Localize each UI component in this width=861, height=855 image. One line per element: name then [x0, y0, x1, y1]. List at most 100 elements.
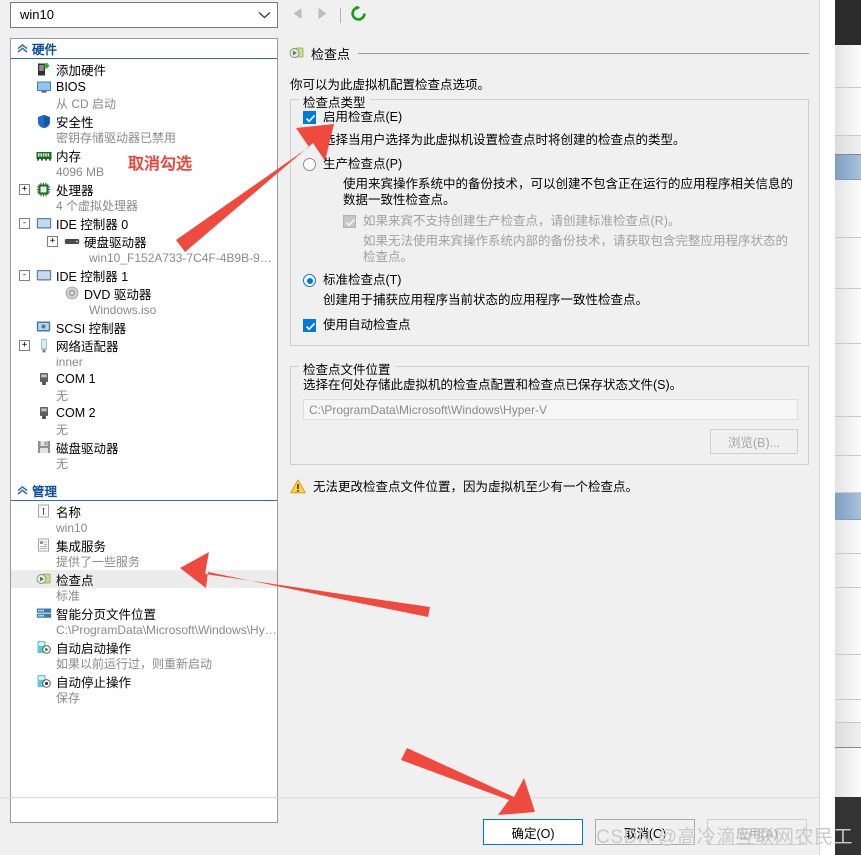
- ide-controller-icon: [35, 215, 52, 231]
- network-adapter-icon: [35, 337, 52, 353]
- enable-checkpoints-row[interactable]: 启用检查点(E): [303, 110, 798, 125]
- dvd-drive-icon: [63, 285, 80, 301]
- tree-item-label: 名称: [56, 505, 82, 520]
- annotation-uncheck-note: 取消勾选: [128, 156, 193, 173]
- production-checkpoint-help: 使用来宾操作系统中的备份技术，可以创建不包含正在运行的应用程序相关信息的数据一致…: [343, 177, 794, 207]
- tree-item-bios[interactable]: BIOS 从 CD 启动: [11, 78, 277, 112]
- production-checkpoint-radio[interactable]: [303, 158, 316, 171]
- tree-expander-network-adapter[interactable]: +: [19, 340, 30, 351]
- production-fallback-help: 如果无法使用来宾操作系统内部的备份技术，请获取包含完整应用程序状态的检查点。: [363, 234, 789, 264]
- tree-expander-hard-drive[interactable]: +: [47, 236, 58, 247]
- tree-expander-ide-0[interactable]: -: [19, 218, 30, 229]
- use-automatic-checkpoints-row[interactable]: 使用自动检查点: [303, 318, 798, 333]
- background-window[interactable]: [835, 0, 861, 855]
- tree-item-ide-controller-0[interactable]: - IDE 控制器 0: [11, 214, 277, 232]
- smart-paging-icon: [35, 605, 52, 621]
- dialog-toolbar: win10: [0, 0, 819, 34]
- com-port-icon: [35, 371, 52, 387]
- production-fallback-row[interactable]: 如果来宾不支持创建生产检查点，请创建标准检查点(R)。: [343, 214, 798, 229]
- tree-item-sublabel: 无: [56, 457, 69, 471]
- forward-button[interactable]: [310, 4, 334, 26]
- memory-icon: [35, 147, 52, 163]
- section-header-management[interactable]: 管理: [11, 481, 277, 501]
- background-list-row-selected[interactable]: [835, 155, 861, 180]
- tree-item-add-hardware[interactable]: 添加硬件: [11, 60, 277, 78]
- group-legend: 检查点文件位置: [299, 359, 395, 378]
- tree-item-automatic-start-action[interactable]: 自动启动操作 如果以前运行过，则重新启动: [11, 638, 277, 672]
- tree-item-sublabel: 无: [56, 423, 69, 437]
- background-list-row-selected[interactable]: [835, 493, 861, 520]
- tree-item-checkpoints[interactable]: 检查点 标准: [11, 570, 277, 604]
- checkpoint-file-location-group: 检查点文件位置 选择在何处存储此虚拟机的检查点配置和检查点已保存状态文件(S)。…: [290, 359, 809, 465]
- tree-item-hard-drive[interactable]: + 硬盘驱动器 win10_F152A733-7C4F-4B9B-9C0B-2F…: [11, 232, 277, 266]
- section-title-management: 管理: [32, 485, 58, 499]
- tree-item-label: SCSI 控制器: [56, 321, 127, 336]
- tree-expander-ide-1[interactable]: -: [19, 270, 30, 281]
- section-header-hardware[interactable]: 硬件: [11, 39, 277, 59]
- tree-item-com-2[interactable]: COM 2 无: [11, 404, 277, 438]
- tree-item-label: 自动启动操作: [56, 641, 132, 656]
- production-checkpoint-label: 生产检查点(P): [323, 157, 403, 171]
- tree-item-ide-controller-1[interactable]: - IDE 控制器 1: [11, 266, 277, 284]
- enable-checkpoints-checkbox[interactable]: [303, 111, 316, 124]
- ide-controller-icon: [35, 267, 52, 283]
- tree-item-label: 添加硬件: [56, 63, 107, 78]
- vm-settings-dialog: win10 硬件 添加硬件 BIOS 从 CD 启动 安全性 密钥存储驱动器已禁…: [0, 0, 820, 855]
- tree-item-label: 磁盘驱动器: [56, 441, 119, 456]
- tree-item-label: 集成服务: [56, 539, 107, 554]
- add-hardware-icon: [35, 61, 52, 77]
- checkpoints-settings-pane: 检查点 你可以为此虚拟机配置检查点选项。 检查点类型 启用检查点(E) 选择当用…: [288, 38, 809, 823]
- tree-item-sublabel: 提供了一些服务: [56, 555, 141, 569]
- background-list-row: [835, 520, 861, 554]
- standard-checkpoint-radio[interactable]: [303, 274, 316, 287]
- processor-icon: [35, 181, 52, 197]
- chevron-up-icon: [15, 484, 29, 498]
- tree-item-dvd-drive[interactable]: DVD 驱动器 Windows.iso: [11, 284, 277, 318]
- standard-checkpoint-row[interactable]: 标准检查点(T): [303, 273, 798, 288]
- back-button[interactable]: [286, 4, 310, 26]
- com-port-icon: [35, 405, 52, 421]
- pane-header: 检查点: [288, 38, 809, 64]
- shield-icon: [35, 113, 52, 129]
- tree-item-sublabel: win10: [56, 521, 88, 535]
- tree-item-label: COM 2: [56, 406, 96, 420]
- tree-item-label: 网络适配器: [56, 339, 119, 354]
- tree-item-integration-services[interactable]: 集成服务 提供了一些服务: [11, 536, 277, 570]
- refresh-button[interactable]: [347, 4, 369, 26]
- tree-item-automatic-stop-action[interactable]: 自动停止操作 保存: [11, 672, 277, 706]
- background-list-row: [835, 700, 861, 723]
- chevron-up-icon: [15, 42, 29, 56]
- checkpoint-path-input: C:\ProgramData\Microsoft\Windows\Hyper-V: [303, 399, 798, 420]
- tree-item-network-adapter[interactable]: + 网络适配器 inner: [11, 336, 277, 370]
- tree-item-label: DVD 驱动器: [84, 287, 152, 302]
- dialog-footer: 确定(O) 取消(C) 应用(A): [0, 797, 819, 855]
- tree-item-label: 检查点: [56, 573, 94, 588]
- tree-item-label: COM 1: [56, 372, 96, 386]
- tree-item-sublabel: inner: [56, 355, 83, 369]
- tree-item-name[interactable]: I 名称 win10: [11, 502, 277, 536]
- tree-item-security[interactable]: 安全性 密钥存储驱动器已禁用: [11, 112, 277, 146]
- vm-selector-dropdown[interactable]: win10: [10, 2, 278, 28]
- tree-item-com-1[interactable]: COM 1 无: [11, 370, 277, 404]
- use-automatic-checkpoints-checkbox[interactable]: [303, 319, 316, 332]
- tree-item-floppy-drive[interactable]: 磁盘驱动器 无: [11, 438, 277, 472]
- warning-triangle-icon: [290, 479, 306, 495]
- tree-expander-processor[interactable]: +: [19, 184, 30, 195]
- cancel-button[interactable]: 取消(C): [595, 819, 695, 845]
- background-window-footer: [835, 797, 861, 855]
- apply-button: 应用(A): [707, 819, 807, 845]
- background-window-titlebar: [835, 0, 861, 45]
- tree-item-processor[interactable]: + 处理器 4 个虚拟处理器: [11, 180, 277, 214]
- production-checkpoint-row[interactable]: 生产检查点(P): [303, 157, 798, 172]
- tree-item-label: BIOS: [56, 80, 86, 94]
- background-list-row: [835, 417, 861, 456]
- tree-item-smart-paging[interactable]: 智能分页文件位置 C:\ProgramData\Microsoft\Window…: [11, 604, 277, 638]
- tree-item-scsi-controller[interactable]: SCSI 控制器: [11, 318, 277, 336]
- tree-item-label: 自动停止操作: [56, 675, 132, 690]
- footer-buttons: 确定(O) 取消(C) 应用(A): [483, 819, 807, 845]
- tree-item-sublabel: 从 CD 启动: [56, 97, 117, 111]
- ok-button[interactable]: 确定(O): [483, 819, 583, 845]
- name-icon: I: [35, 503, 52, 519]
- background-list-row: [835, 88, 861, 136]
- chevron-down-icon: [257, 8, 271, 22]
